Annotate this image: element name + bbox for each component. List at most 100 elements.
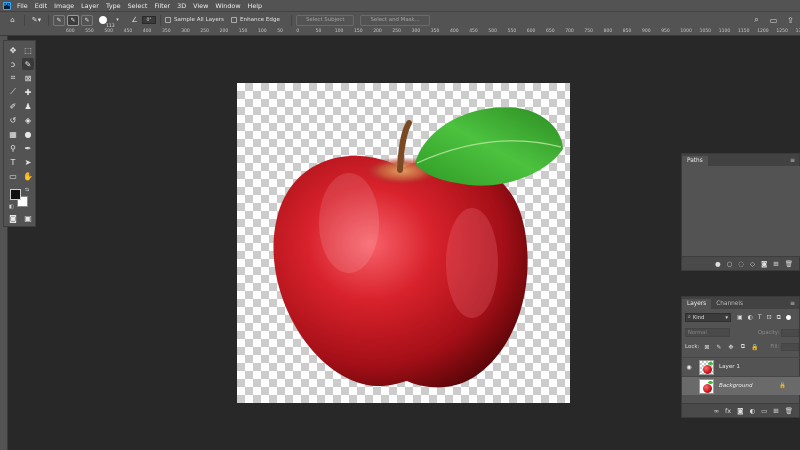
home-icon[interactable]: ⌂ [7,15,18,26]
path-selection-tool-icon[interactable]: ➤ [22,156,34,168]
layer-row-background[interactable]: ◉ Background 🔒 [682,376,800,395]
angle-input[interactable]: 0° [142,16,156,24]
shape-filter-icon[interactable]: ⊡ [767,314,772,322]
lock-icon: 🔒 [779,383,786,389]
eraser-tool-icon[interactable]: ◈ [22,114,34,126]
move-tool-icon[interactable]: ✥ [7,44,19,56]
tab-paths[interactable]: Paths [682,156,708,166]
gradient-tool-icon[interactable]: ▦ [7,128,19,140]
dodge-tool-icon[interactable]: ⚲ [7,142,19,154]
pixel-filter-icon[interactable]: ▣ [737,314,743,322]
load-selection-icon[interactable]: ◌ [738,260,744,268]
healing-brush-tool-icon[interactable]: ✚ [22,86,34,98]
ruler-tick-label: 300 [181,29,190,34]
brush-tool-icon[interactable]: ✐ [7,100,19,112]
trash-icon[interactable]: 🗑 [785,407,793,415]
blend-mode-label: Normal [688,329,707,336]
lock-all-icon[interactable]: 🔒 [751,344,758,351]
quick-selection-tool-icon[interactable]: ✎ [22,58,34,70]
document-canvas[interactable] [237,83,570,403]
make-work-path-icon[interactable]: ◇ [750,260,755,268]
opacity-input[interactable] [781,328,800,337]
menu-filter[interactable]: Filter [154,2,170,10]
divider [24,14,25,26]
crop-tool-icon[interactable]: ⌗ [7,72,19,84]
panel-menu-icon[interactable]: ≡ [790,157,795,164]
quick-mask-icon[interactable]: ◙ [7,212,19,224]
new-group-icon[interactable]: ▭ [761,407,767,415]
tab-channels[interactable]: Channels [711,299,748,309]
menu-image[interactable]: Image [54,2,74,10]
menu-select[interactable]: Select [128,2,148,10]
eyedropper-tool-icon[interactable]: ⟋ [7,86,19,98]
menu-file[interactable]: File [17,2,28,10]
link-layers-icon[interactable]: ∞ [714,407,719,415]
filter-icons: ▣ ◐ T ⊡ ⧉ [737,314,781,322]
ruler-tick-label: 1300 [795,29,800,34]
ruler-tick-label: 650 [546,29,555,34]
lock-image-icon[interactable]: ✎ [715,344,722,351]
ruler-tick-label: 1100 [718,29,731,34]
blend-mode-select[interactable]: Normal [685,328,730,337]
lock-position-icon[interactable]: ✥ [727,344,734,351]
lock-artboard-icon[interactable]: ⧉ [739,343,746,351]
menu-layer[interactable]: Layer [81,2,99,10]
workspace-icon[interactable]: ▭ [768,16,779,25]
add-mask-icon[interactable]: ◙ [737,407,743,415]
frame-tool-icon[interactable]: ⊠ [22,72,34,84]
menu-help[interactable]: Help [248,2,263,10]
stroke-path-icon[interactable]: ○ [727,260,733,268]
type-tool-icon[interactable]: T [7,156,19,168]
menu-window[interactable]: Window [215,2,240,10]
type-filter-icon[interactable]: T [758,314,762,322]
sample-all-layers-checkbox[interactable]: Sample All Layers [165,17,224,23]
select-and-mask-button[interactable]: Select and Mask... [360,14,430,26]
marquee-tool-icon[interactable]: ⬚ [22,44,34,56]
search-icon[interactable]: ⌕ [751,15,762,25]
subtract-from-selection-mode-icon[interactable]: ✎ [81,14,93,26]
visibility-toggle[interactable]: ◉ [684,383,694,390]
smart-object-filter-icon[interactable]: ⧉ [777,314,781,322]
new-path-icon[interactable]: ⊞ [773,260,778,268]
hand-tool-icon[interactable]: ✋ [22,170,34,182]
lasso-tool-icon[interactable]: ↄ [7,58,19,70]
add-to-selection-mode-icon[interactable]: ✎ [67,14,79,26]
tools-panel: ✥ ⬚ ↄ ✎ ⌗ ⊠ ⟋ ✚ ✐ ♟ ↺ ◈ ▦ ● ⚲ ✒ T ➤ ▭ ✋ … [3,40,36,227]
new-layer-icon[interactable]: ⊞ [773,407,778,415]
rectangle-tool-icon[interactable]: ▭ [7,170,19,182]
fill-input[interactable] [781,343,800,351]
trash-icon[interactable]: 🗑 [785,260,793,268]
enhance-edge-checkbox[interactable]: Enhance Edge [230,17,280,23]
select-subject-button[interactable]: Select Subject [295,14,355,26]
menu-type[interactable]: Type [106,2,121,10]
adjustment-layer-icon[interactable]: ◐ [749,407,755,415]
adjustment-filter-icon[interactable]: ◐ [748,314,753,322]
divider [290,14,292,26]
quick-selection-tool-preset-icon[interactable]: ✎▾ [31,15,42,26]
menu-edit[interactable]: Edit [35,2,47,10]
eye-icon[interactable]: ◉ [684,364,694,371]
options-bar: ⌂ ✎▾ ✎ ✎ ✎ 113 ▾ ∠ 0° Sample All Layers … [0,11,800,29]
menu-3d[interactable]: 3D [177,2,186,10]
share-icon[interactable]: ⇪ [785,16,796,25]
panel-menu-icon[interactable]: ≡ [790,300,795,307]
filter-kind-select[interactable]: ⌕ Kind ▾ [685,313,731,322]
tab-layers[interactable]: Layers [682,299,712,309]
layer-style-icon[interactable]: fx [725,407,731,415]
clone-stamp-tool-icon[interactable]: ♟ [22,100,34,112]
menu-view[interactable]: View [193,2,208,10]
add-mask-icon[interactable]: ◙ [761,260,767,268]
ruler-tick-label: 400 [142,29,152,34]
layer-row-layer-1[interactable]: ◉ Layer 1 [682,357,800,376]
default-colors-icon[interactable]: ◧ [9,204,14,210]
blur-tool-icon[interactable]: ● [22,128,34,140]
filter-toggle[interactable] [785,315,791,320]
lock-transparent-icon[interactable]: ⊠ [703,344,710,351]
screen-mode-icon[interactable]: ▣ [22,212,34,224]
new-selection-mode-icon[interactable]: ✎ [53,14,65,26]
pen-tool-icon[interactable]: ✒ [22,142,34,154]
fill-path-icon[interactable]: ● [715,260,721,268]
history-brush-tool-icon[interactable]: ↺ [7,114,19,126]
swap-colors-icon[interactable]: ⇆ [25,187,29,193]
foreground-color-swatch[interactable] [10,189,21,200]
